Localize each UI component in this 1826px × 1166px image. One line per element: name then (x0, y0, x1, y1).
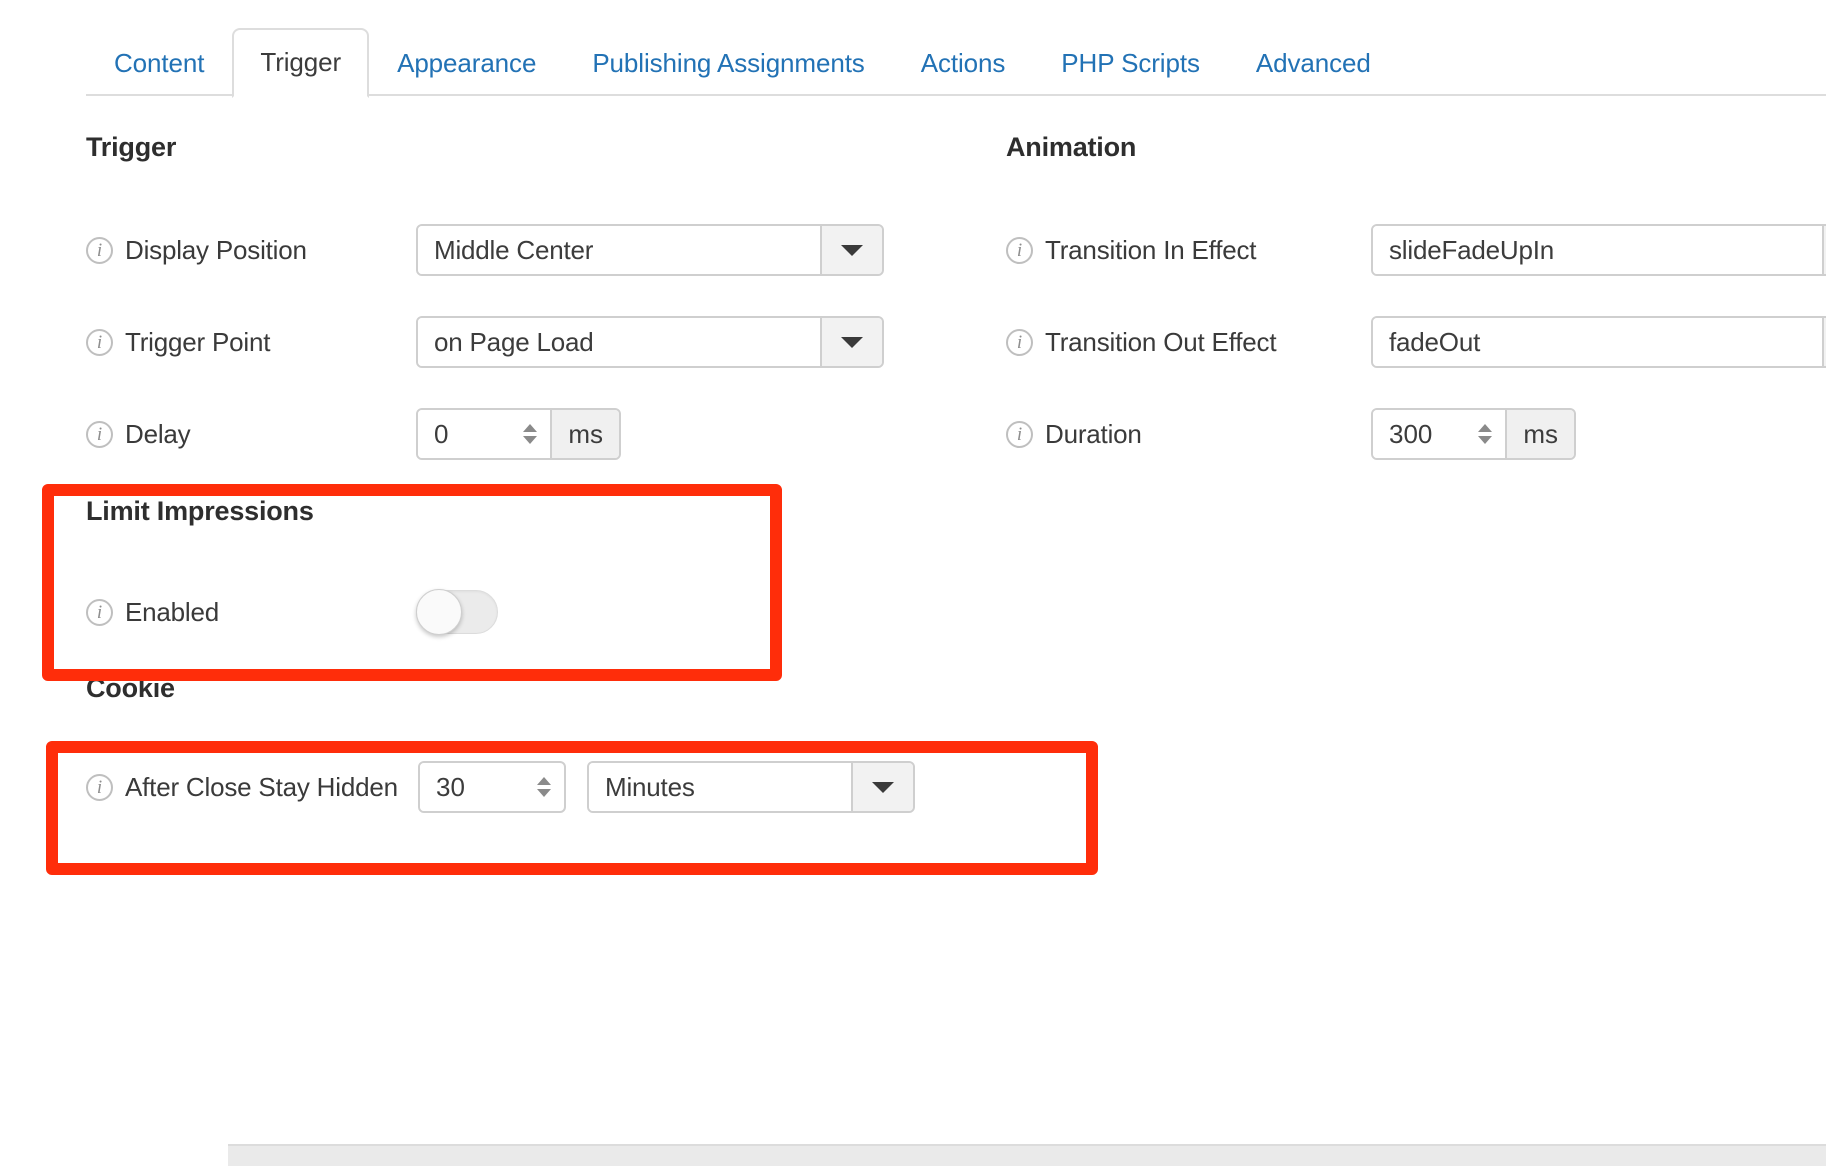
row-transition-in-effect: i Transition In Effect slideFadeUpIn (1006, 224, 1826, 276)
spinner-updown-icon[interactable] (534, 763, 564, 811)
info-icon[interactable]: i (1006, 329, 1033, 356)
trigger-section-title: Trigger (86, 132, 176, 163)
animation-section-title: Animation (1006, 132, 1136, 163)
tab-label: PHP Scripts (1061, 48, 1200, 79)
tab-label: Content (114, 48, 204, 79)
transition-in-effect-select[interactable]: slideFadeUpIn (1371, 224, 1826, 276)
trigger-point-label-group: i Trigger Point (86, 327, 416, 358)
toggle-knob (416, 589, 462, 635)
info-icon[interactable]: i (86, 237, 113, 264)
display-position-select[interactable]: Middle Center (416, 224, 884, 276)
tab-advanced[interactable]: Advanced (1228, 28, 1399, 96)
tab-content[interactable]: Content (86, 28, 232, 96)
row-delay: i Delay 0 ms (86, 408, 916, 460)
display-position-label-group: i Display Position (86, 235, 416, 266)
tab-php-scripts[interactable]: PHP Scripts (1033, 28, 1228, 96)
display-position-value: Middle Center (418, 226, 820, 274)
spinner-up-icon[interactable] (523, 424, 537, 432)
row-display-position: i Display Position Middle Center (86, 224, 916, 276)
tab-label: Trigger (260, 47, 341, 78)
row-transition-out-effect: i Transition Out Effect fadeOut (1006, 316, 1826, 368)
transition-in-label-group: i Transition In Effect (1006, 235, 1371, 266)
tab-bar: Content Trigger Appearance Publishing As… (0, 0, 1826, 96)
after-close-amount-input[interactable]: 30 (420, 763, 534, 811)
page-footer-bar (0, 1144, 1826, 1166)
after-close-amount-field[interactable]: 30 (418, 761, 566, 813)
spinner-up-icon[interactable] (537, 777, 551, 785)
chevron-down-icon (841, 337, 863, 348)
tab-appearance[interactable]: Appearance (369, 28, 564, 96)
spinner-updown-icon[interactable] (1475, 410, 1505, 458)
row-duration: i Duration 300 ms (1006, 408, 1826, 460)
duration-label-group: i Duration (1006, 419, 1371, 450)
after-close-unit-dropdown-button[interactable] (851, 763, 913, 811)
transition-in-effect-value: slideFadeUpIn (1373, 226, 1822, 274)
after-close-label-group: i After Close Stay Hidden (86, 772, 418, 803)
delay-unit: ms (550, 410, 619, 458)
footer-left-gap (0, 1142, 228, 1166)
transition-out-label-group: i Transition Out Effect (1006, 327, 1371, 358)
tab-label: Appearance (397, 48, 536, 79)
spinner-updown-icon[interactable] (520, 410, 550, 458)
row-after-close-stay-hidden: i After Close Stay Hidden 30 Minutes (86, 761, 986, 813)
after-close-unit-value: Minutes (589, 763, 851, 811)
settings-page: Content Trigger Appearance Publishing As… (0, 0, 1826, 1166)
display-position-dropdown-button[interactable] (820, 226, 882, 274)
tab-label: Publishing Assignments (592, 48, 864, 79)
enabled-label-group: i Enabled (86, 597, 416, 628)
tab-panel-trigger: Trigger i Display Position Middle Center… (0, 96, 1826, 1166)
transition-out-effect-label: Transition Out Effect (1045, 327, 1276, 358)
spinner-down-icon[interactable] (523, 436, 537, 444)
duration-number-field[interactable]: 300 ms (1371, 408, 1576, 460)
transition-in-effect-label: Transition In Effect (1045, 235, 1256, 266)
trigger-point-label: Trigger Point (125, 327, 270, 358)
transition-in-dropdown-button[interactable] (1822, 226, 1826, 274)
duration-unit: ms (1505, 410, 1574, 458)
info-icon[interactable]: i (86, 329, 113, 356)
trigger-point-value: on Page Load (418, 318, 820, 366)
tab-trigger[interactable]: Trigger (232, 28, 369, 98)
cookie-section-title: Cookie (86, 673, 175, 704)
info-icon[interactable]: i (86, 774, 113, 801)
info-icon[interactable]: i (86, 421, 113, 448)
chevron-down-icon (872, 782, 894, 793)
duration-label: Duration (1045, 419, 1142, 450)
tab-list: Content Trigger Appearance Publishing As… (86, 28, 1399, 96)
row-trigger-point: i Trigger Point on Page Load (86, 316, 916, 368)
after-close-unit-select[interactable]: Minutes (587, 761, 915, 813)
transition-out-effect-select[interactable]: fadeOut (1371, 316, 1826, 368)
transition-out-dropdown-button[interactable] (1822, 318, 1826, 366)
spinner-down-icon[interactable] (1478, 436, 1492, 444)
delay-label-group: i Delay (86, 419, 416, 450)
info-icon[interactable]: i (1006, 421, 1033, 448)
spinner-up-icon[interactable] (1478, 424, 1492, 432)
limit-impressions-title: Limit Impressions (86, 496, 314, 527)
tab-publishing-assignments[interactable]: Publishing Assignments (564, 28, 892, 96)
tab-actions[interactable]: Actions (893, 28, 1034, 96)
enabled-label: Enabled (125, 597, 219, 628)
info-icon[interactable]: i (86, 599, 113, 626)
trigger-point-select[interactable]: on Page Load (416, 316, 884, 368)
transition-out-effect-value: fadeOut (1373, 318, 1822, 366)
duration-input[interactable]: 300 (1373, 410, 1475, 458)
info-icon[interactable]: i (1006, 237, 1033, 264)
delay-label: Delay (125, 419, 190, 450)
tab-label: Actions (921, 48, 1006, 79)
delay-input[interactable]: 0 (418, 410, 520, 458)
row-limit-impressions-enabled: i Enabled (86, 586, 916, 638)
chevron-down-icon (841, 245, 863, 256)
trigger-point-dropdown-button[interactable] (820, 318, 882, 366)
after-close-stay-hidden-label: After Close Stay Hidden (125, 772, 398, 803)
display-position-label: Display Position (125, 235, 307, 266)
tab-label: Advanced (1256, 48, 1371, 79)
limit-impressions-toggle[interactable] (416, 590, 498, 634)
delay-number-field[interactable]: 0 ms (416, 408, 621, 460)
spinner-down-icon[interactable] (537, 789, 551, 797)
